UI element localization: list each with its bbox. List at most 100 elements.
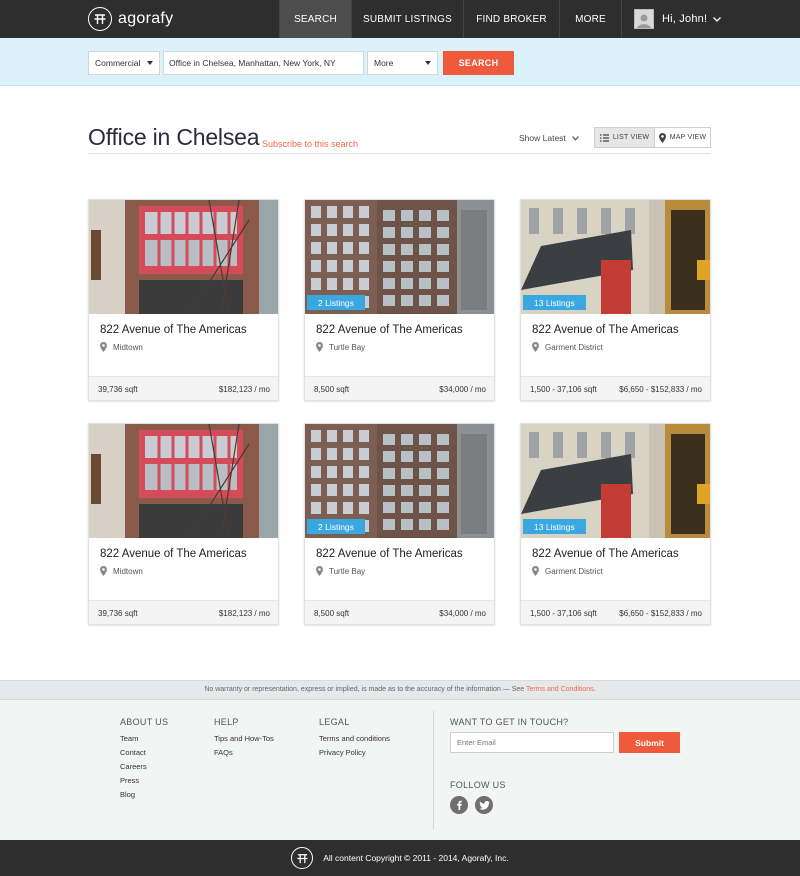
copyright-text: All content Copyright © 2011 - 2014, Ago… (323, 853, 509, 863)
listing-photo[interactable] (89, 200, 278, 314)
user-greeting: Hi, John! (662, 13, 708, 25)
listing-photo[interactable]: 2 Listings (305, 424, 494, 538)
follow-heading: FOLLOW US (450, 780, 506, 790)
footer-heading-legal: LEGAL (319, 717, 350, 727)
listing-price: $34,000 / mo (439, 385, 486, 394)
email-field[interactable] (450, 732, 614, 753)
footer-link-terms[interactable]: Terms and conditions (319, 732, 390, 746)
property-type-select[interactable]: Commercial (88, 51, 160, 75)
footer-heading-help: HELP (214, 717, 239, 727)
search-button[interactable]: SEARCH (443, 51, 514, 75)
list-view-label: LIST VIEW (612, 134, 650, 141)
listing-title[interactable]: 822 Avenue of The Americas (532, 548, 679, 560)
list-view-button[interactable]: LIST VIEW (595, 128, 655, 147)
listing-title[interactable]: 822 Avenue of The Americas (100, 324, 247, 336)
submit-button[interactable]: Submit (619, 732, 680, 753)
listing-photo[interactable]: 13 Listings (521, 424, 710, 538)
footer-help-column: HELP Tips and How-Tos FAQs (214, 717, 274, 760)
listing-card[interactable]: 13 Listings 822 Avenue of The Americas Gar… (520, 423, 711, 625)
footer-link-blog[interactable]: Blog (120, 788, 168, 802)
twitter-icon[interactable] (475, 796, 493, 814)
listing-photo[interactable] (89, 424, 278, 538)
footer-link-press[interactable]: Press (120, 774, 168, 788)
listing-photo[interactable]: 2 Listings (305, 200, 494, 314)
footer-link-privacy[interactable]: Privacy Policy (319, 746, 390, 760)
listing-card[interactable]: 2 Listings 822 Avenue of The Americas Turt… (304, 199, 495, 401)
caret-down-icon (425, 61, 431, 65)
listings-count-badge: 2 Listings (307, 519, 365, 534)
listing-photo[interactable]: 13 Listings (521, 200, 710, 314)
nav-find-broker[interactable]: FIND BROKER (463, 0, 559, 38)
listings-count-badge: 13 Listings (523, 295, 586, 310)
listing-sqft: 8,500 sqft (314, 385, 350, 394)
listing-sqft: 8,500 sqft (314, 609, 350, 618)
caret-down-icon (147, 61, 153, 65)
disclaimer-text: No warranty or representation, express o… (204, 686, 526, 693)
map-view-button[interactable]: MAP VIEW (655, 128, 710, 147)
listing-title[interactable]: 822 Avenue of The Americas (532, 324, 679, 336)
listing-footer: 39,736 sqft $182,123 / mo (89, 376, 278, 400)
avatar (634, 9, 654, 29)
search-bar: Commercial More SEARCH (0, 38, 800, 86)
more-filters-select[interactable]: More (367, 51, 438, 75)
footer-link-faqs[interactable]: FAQs (214, 746, 274, 760)
listing-footer: 8,500 sqft $34,000 / mo (305, 600, 494, 624)
footer-link-team[interactable]: Team (120, 732, 168, 746)
list-icon (599, 133, 609, 142)
terms-link[interactable]: Terms and Conditions (526, 686, 594, 693)
map-view-label: MAP VIEW (669, 134, 707, 141)
view-toggle: LIST VIEW MAP VIEW (594, 127, 711, 148)
listing-card[interactable]: 822 Avenue of The Americas Midtown 39,736 … (88, 199, 279, 401)
subscribe-link[interactable]: Subscribe to this search (262, 139, 358, 149)
user-menu[interactable]: Hi, John! (621, 0, 800, 38)
listing-title[interactable]: 822 Avenue of The Americas (316, 548, 463, 560)
footer-legal-column: LEGAL Terms and conditions Privacy Polic… (319, 717, 390, 760)
listing-location: Midtown (100, 342, 143, 352)
location-input[interactable] (163, 51, 364, 75)
listing-title[interactable]: 822 Avenue of The Americas (100, 548, 247, 560)
footer-link-contact[interactable]: Contact (120, 746, 168, 760)
brand-name: agorafy (118, 10, 174, 27)
sort-label: Show Latest (519, 133, 566, 143)
listing-footer: 8,500 sqft $34,000 / mo (305, 376, 494, 400)
location-pin-icon (532, 566, 539, 576)
listing-location: Garment District (532, 566, 603, 576)
listing-sqft: 39,736 sqft (98, 385, 138, 394)
disclaimer-bar: No warranty or representation, express o… (0, 680, 800, 700)
listing-title[interactable]: 822 Avenue of The Americas (316, 324, 463, 336)
listings-count-badge: 13 Listings (523, 519, 586, 534)
footer-heading-about: ABOUT US (120, 717, 169, 727)
nav-more[interactable]: MORE (559, 0, 621, 38)
chevron-down-icon (571, 135, 579, 141)
location-label: Midtown (113, 566, 143, 576)
listing-footer: 1,500 - 37,106 sqft $6,650 - $152,833 / m… (521, 376, 710, 400)
location-pin-icon (316, 342, 323, 352)
listing-sqft: 1,500 - 37,106 sqft (530, 609, 597, 618)
brand-logo[interactable]: agorafy (88, 7, 173, 31)
listing-location: Garment District (532, 342, 603, 352)
listing-card[interactable]: 2 Listings 822 Avenue of The Americas Turt… (304, 423, 495, 625)
agorafy-logo-icon (291, 847, 314, 869)
location-label: Midtown (113, 342, 143, 352)
listing-price: $6,650 - $152,833 / mo (619, 609, 702, 618)
footer-link-careers[interactable]: Careers (120, 760, 168, 774)
listing-sqft: 1,500 - 37,106 sqft (530, 385, 597, 394)
location-pin-icon (316, 566, 323, 576)
contact-heading: WANT TO GET IN TOUCH? (450, 717, 569, 727)
listing-sqft: 39,736 sqft (98, 609, 138, 618)
nav-submit-listings[interactable]: SUBMIT LISTINGS (351, 0, 463, 38)
footer-divider (433, 711, 434, 829)
footer-link-tips[interactable]: Tips and How-Tos (214, 732, 274, 746)
listing-card[interactable]: 13 Listings 822 Avenue of The Americas Gar… (520, 199, 711, 401)
listing-footer: 39,736 sqft $182,123 / mo (89, 600, 278, 624)
listing-location: Turtle Bay (316, 566, 365, 576)
location-label: Turtle Bay (329, 566, 366, 576)
listing-price: $182,123 / mo (218, 385, 270, 394)
location-pin-icon (532, 342, 539, 352)
sort-dropdown[interactable]: Show Latest (519, 133, 579, 143)
listing-footer: 1,500 - 37,106 sqft $6,650 - $152,833 / m… (521, 600, 710, 624)
listing-card[interactable]: 822 Avenue of The Americas Midtown 39,736 … (88, 423, 279, 625)
nav-search[interactable]: SEARCH (279, 0, 351, 38)
listing-location: Midtown (100, 566, 143, 576)
facebook-icon[interactable] (450, 796, 468, 814)
